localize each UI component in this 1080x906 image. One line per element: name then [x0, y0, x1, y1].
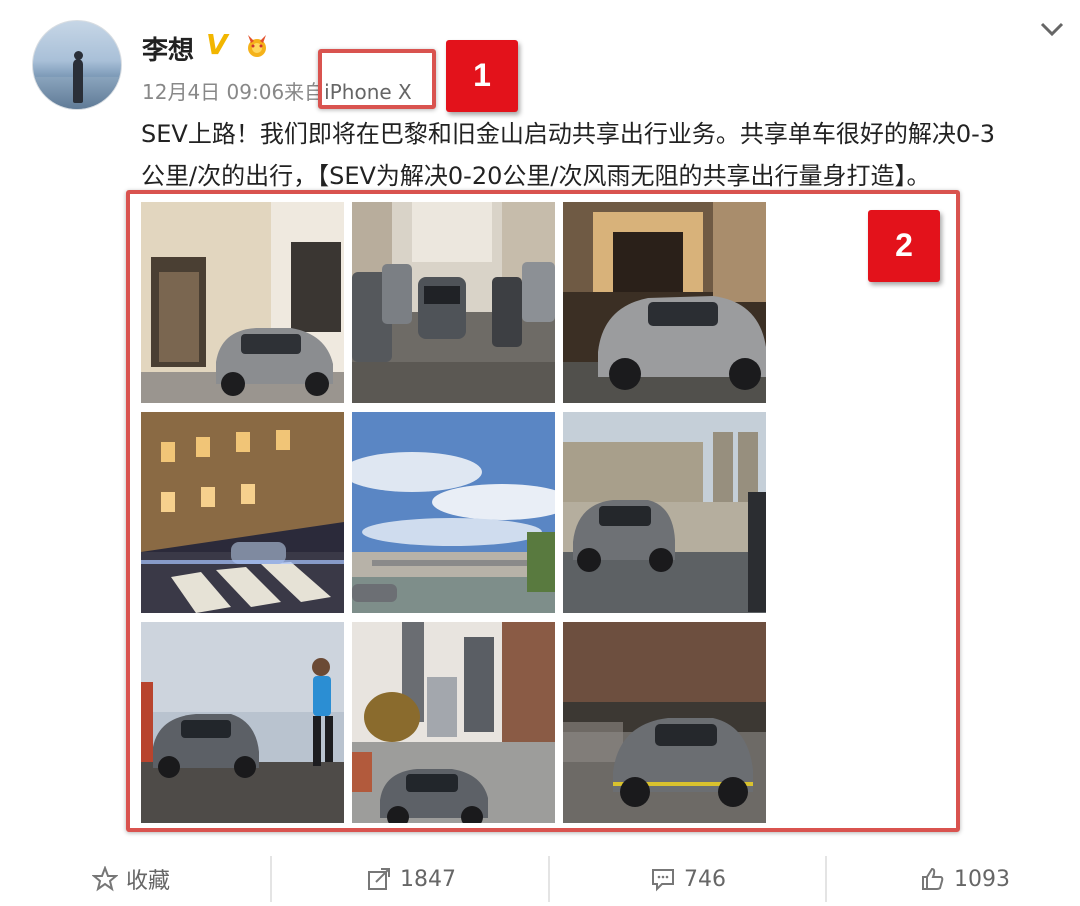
- annotation-box-source: [318, 49, 436, 109]
- divider: [548, 856, 550, 902]
- repost-button[interactable]: 1847: [366, 852, 456, 906]
- action-bar: 收藏 1847 746 1093: [0, 852, 1080, 906]
- comment-icon: [652, 869, 674, 892]
- post-text-line: SEV上路！我们即将在巴黎和旧金山启动共享出行业务。共享单车很好的解决0-3: [141, 120, 996, 148]
- repost-count: 1847: [400, 866, 456, 892]
- repost-icon: [368, 868, 390, 890]
- avatar-figure: [73, 59, 83, 103]
- like-icon: [922, 867, 944, 890]
- annotation-label: 2: [868, 210, 940, 282]
- weibo-post: 李想 V 12月4日 09:06来自iPhone X SEV上路！我们即将在巴黎…: [0, 0, 1080, 906]
- comment-button[interactable]: 746: [650, 852, 726, 906]
- like-count: 1093: [954, 866, 1010, 892]
- comment-count: 746: [684, 866, 726, 892]
- verified-icon: V: [206, 28, 228, 61]
- divider: [825, 856, 827, 902]
- username[interactable]: 李想: [142, 30, 194, 67]
- favorite-label: 收藏: [126, 869, 171, 894]
- avatar[interactable]: [32, 20, 122, 110]
- medal-icon[interactable]: [242, 33, 272, 59]
- divider: [270, 856, 272, 902]
- post-text: SEV上路！我们即将在巴黎和旧金山启动共享出行业务。共享单车很好的解决0-3 公…: [141, 113, 1066, 197]
- annotation-label: 1: [446, 40, 518, 112]
- like-button[interactable]: 1093: [920, 852, 1010, 906]
- post-time: 12月4日 09:06: [142, 80, 285, 104]
- chevron-down-icon[interactable]: [1038, 18, 1066, 40]
- favorite-button[interactable]: 收藏: [92, 852, 170, 906]
- annotation-box-photos: [126, 190, 960, 832]
- star-icon: [92, 866, 118, 892]
